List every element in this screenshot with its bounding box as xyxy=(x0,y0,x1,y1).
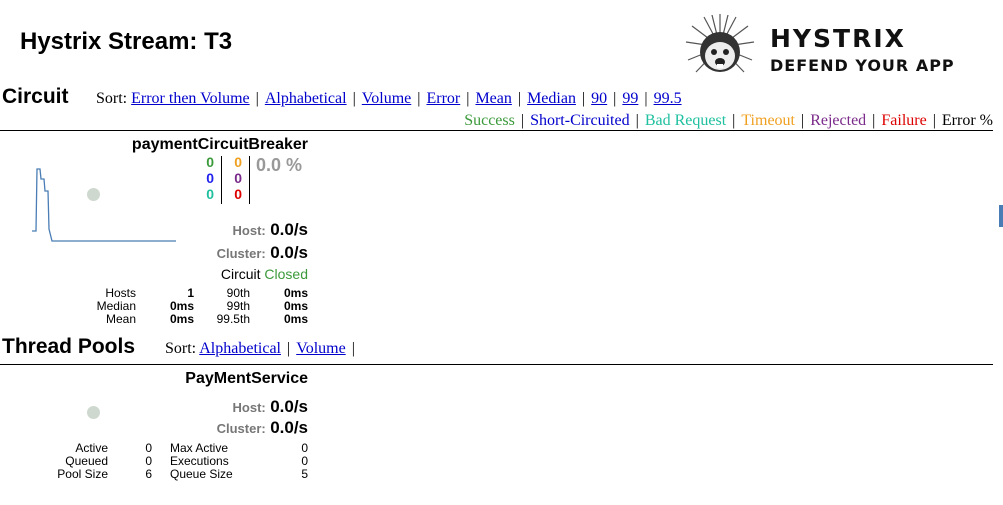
cluster-rate-value: 0.0/s xyxy=(270,243,308,262)
host-rate-value: 0.0/s xyxy=(270,397,308,416)
legend-item: Success xyxy=(464,112,515,129)
logo-title: HYSTRIX xyxy=(770,24,906,53)
circuit-counts-right: 000 xyxy=(228,154,242,202)
logo-tagline: DEFEND YOUR APP xyxy=(770,56,955,75)
circuit-status-label: Circuit xyxy=(220,266,261,282)
host-rate-value: 0.0/s xyxy=(270,220,308,239)
sort-separator: | xyxy=(466,90,470,107)
legend-item: Short-Circuited xyxy=(530,112,630,129)
pool-size-label: Pool Size xyxy=(57,467,108,481)
sort-separator: | xyxy=(644,90,648,107)
queue-size-value: 5 xyxy=(301,467,308,481)
thread-pool-cluster-rate: Cluster: 0.0/s xyxy=(217,418,308,438)
p995-value: 0ms xyxy=(283,312,308,326)
scrollbar[interactable] xyxy=(999,205,1003,227)
circuit-health-indicator xyxy=(87,188,100,201)
p995-label: 99.5th xyxy=(216,312,250,326)
sort-separator: | xyxy=(287,340,291,357)
thread-pool-host-rate: Host: 0.0/s xyxy=(233,397,308,417)
legend-item: Error % xyxy=(941,112,993,129)
volume-sparkline xyxy=(32,168,176,242)
cluster-rate-value: 0.0/s xyxy=(270,418,308,437)
sort-separator: | xyxy=(255,90,259,107)
sort-option-link[interactable]: Volume xyxy=(296,340,345,357)
sort-option-link[interactable]: Volume xyxy=(362,90,411,107)
sort-option-link[interactable]: Error xyxy=(426,90,460,107)
legend-separator: | xyxy=(801,112,805,129)
mean-label: Mean xyxy=(105,312,136,326)
legend-separator: | xyxy=(932,112,936,129)
sort-option-link[interactable]: Median xyxy=(527,90,576,107)
circuit-counts-divider-2 xyxy=(249,156,250,204)
circuit-host-rate: Host: 0.0/s xyxy=(233,220,308,240)
host-rate-label: Host: xyxy=(232,400,266,415)
sort-label: Sort: xyxy=(165,340,197,357)
error-percentage: 0.0 % xyxy=(256,155,303,175)
sort-option-link[interactable]: 99 xyxy=(622,90,638,107)
circuit-card: paymentCircuitBreaker 000 000 0.0 % Host… xyxy=(0,131,320,331)
mean-value: 0ms xyxy=(169,312,194,326)
thread-pool-card: PayMentService Host: 0.0/s Cluster: 0.0/… xyxy=(0,365,320,495)
legend-separator: | xyxy=(520,112,525,129)
legend-separator: | xyxy=(732,112,736,129)
request-count: 0 xyxy=(234,170,242,186)
thread-pools-heading: Thread Pools xyxy=(2,335,136,358)
request-count: 0 xyxy=(234,186,242,202)
legend-separator: | xyxy=(635,112,639,129)
cluster-rate-label: Cluster: xyxy=(216,246,266,261)
sort-option-link[interactable]: Alphabetical xyxy=(199,340,281,357)
legend-item: Rejected xyxy=(810,112,867,129)
sort-option-link[interactable]: 99.5 xyxy=(654,90,682,107)
hystrix-logo: HYSTRIX DEFEND YOUR APP xyxy=(684,12,984,82)
thread-pool-name: PayMentService xyxy=(185,370,308,387)
request-count: 0 xyxy=(206,154,214,170)
sort-option-link[interactable]: 90 xyxy=(591,90,607,107)
request-count: 0 xyxy=(206,170,214,186)
circuit-status-value: Closed xyxy=(264,266,308,282)
legend-item: Bad Request xyxy=(644,112,727,129)
sort-separator: | xyxy=(352,90,356,107)
sort-separator: | xyxy=(613,90,617,107)
thread-pool-health-indicator xyxy=(87,406,100,419)
circuit-counts-left: 000 xyxy=(200,154,214,202)
volume-sparkline-line xyxy=(32,168,176,242)
sort-label: Sort: xyxy=(96,90,128,107)
sort-separator: | xyxy=(417,90,421,107)
sort-option-link[interactable]: Error then Volume xyxy=(131,90,250,107)
circuit-status: Circuit Closed xyxy=(221,266,308,282)
pool-size-value: 6 xyxy=(145,467,152,481)
circuit-legend: Success | Short-Circuited | Bad Request | Time… xyxy=(464,112,993,130)
cluster-rate-label: Cluster: xyxy=(216,421,266,436)
thread-pools-sort-bar: Sort: Alphabetical | Volume | xyxy=(165,340,355,357)
sort-separator: | xyxy=(581,90,586,107)
hystrix-porcupine-icon xyxy=(685,14,755,73)
circuit-heading: Circuit xyxy=(2,85,69,108)
request-count: 0 xyxy=(234,154,242,170)
legend-item: Timeout xyxy=(741,112,795,129)
sort-separator: | xyxy=(517,90,522,107)
request-count: 0 xyxy=(206,186,214,202)
circuit-name: paymentCircuitBreaker xyxy=(131,136,308,153)
legend-separator: | xyxy=(872,112,876,129)
queue-size-label: Queue Size xyxy=(170,467,233,481)
sort-option-link[interactable]: Alphabetical xyxy=(265,90,347,107)
host-rate-label: Host: xyxy=(232,223,266,238)
page-title: Hystrix Stream: T3 xyxy=(20,28,233,55)
sort-option-link[interactable]: Mean xyxy=(475,90,511,107)
legend-item: Failure xyxy=(881,112,927,129)
circuit-sort-bar: Sort: Error then Volume | Alphabetical | Vol… xyxy=(96,90,682,108)
circuit-cluster-rate: Cluster: 0.0/s xyxy=(217,243,308,263)
circuit-counts-divider xyxy=(221,156,222,204)
